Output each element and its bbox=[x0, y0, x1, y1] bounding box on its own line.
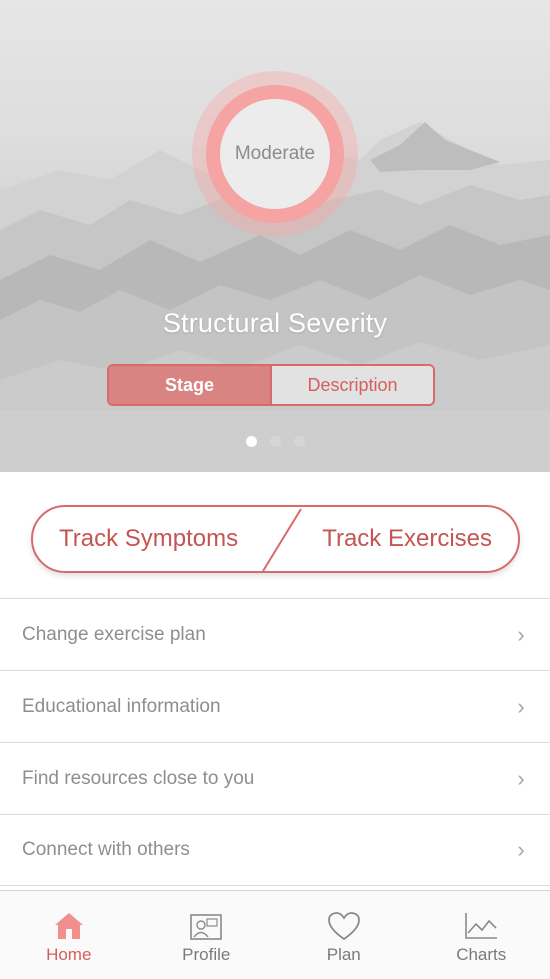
tab-plan[interactable]: Plan bbox=[275, 891, 413, 979]
menu-item-label: Find resources close to you bbox=[22, 768, 254, 790]
page-dot-2[interactable] bbox=[270, 436, 281, 447]
heart-icon bbox=[327, 911, 361, 941]
tab-label: Charts bbox=[456, 945, 506, 965]
segment-description[interactable]: Description bbox=[272, 366, 433, 404]
hero-banner: Moderate Structural Severity Stage Descr… bbox=[0, 0, 550, 472]
menu-item-connect-with-others[interactable]: Connect with others › bbox=[0, 814, 550, 886]
menu-item-change-exercise-plan[interactable]: Change exercise plan › bbox=[0, 598, 550, 670]
track-split-button: Track Symptoms Track Exercises bbox=[31, 505, 520, 573]
home-icon bbox=[53, 911, 85, 941]
page-indicator bbox=[0, 436, 550, 447]
chevron-right-icon: › bbox=[514, 694, 528, 720]
page-dot-3[interactable] bbox=[294, 436, 305, 447]
tab-label: Home bbox=[46, 945, 91, 965]
chevron-right-icon: › bbox=[514, 766, 528, 792]
segment-stage[interactable]: Stage bbox=[109, 366, 272, 404]
page-dot-1[interactable] bbox=[246, 436, 257, 447]
severity-value: Moderate bbox=[220, 99, 330, 209]
hero-title: Structural Severity bbox=[0, 308, 550, 339]
chevron-right-icon: › bbox=[514, 622, 528, 648]
chevron-right-icon: › bbox=[514, 837, 528, 863]
menu-item-label: Educational information bbox=[22, 696, 221, 718]
menu-item-find-resources[interactable]: Find resources close to you › bbox=[0, 742, 550, 814]
track-exercises-button[interactable]: Track Exercises bbox=[322, 507, 492, 571]
stage-description-segmented-control: Stage Description bbox=[107, 364, 435, 406]
tab-label: Plan bbox=[327, 945, 361, 965]
tab-profile[interactable]: Profile bbox=[138, 891, 276, 979]
tab-home[interactable]: Home bbox=[0, 891, 138, 979]
menu-item-label: Change exercise plan bbox=[22, 624, 206, 646]
split-divider bbox=[257, 507, 307, 571]
chart-icon bbox=[463, 911, 499, 941]
menu-item-label: Connect with others bbox=[22, 839, 190, 861]
menu-list: Change exercise plan › Educational infor… bbox=[0, 598, 550, 886]
tab-bar: Home Profile Plan Charts bbox=[0, 890, 550, 979]
tab-label: Profile bbox=[182, 945, 230, 965]
tab-charts[interactable]: Charts bbox=[413, 891, 550, 979]
profile-icon bbox=[189, 913, 223, 941]
track-symptoms-button[interactable]: Track Symptoms bbox=[59, 507, 238, 571]
menu-item-educational-information[interactable]: Educational information › bbox=[0, 670, 550, 742]
